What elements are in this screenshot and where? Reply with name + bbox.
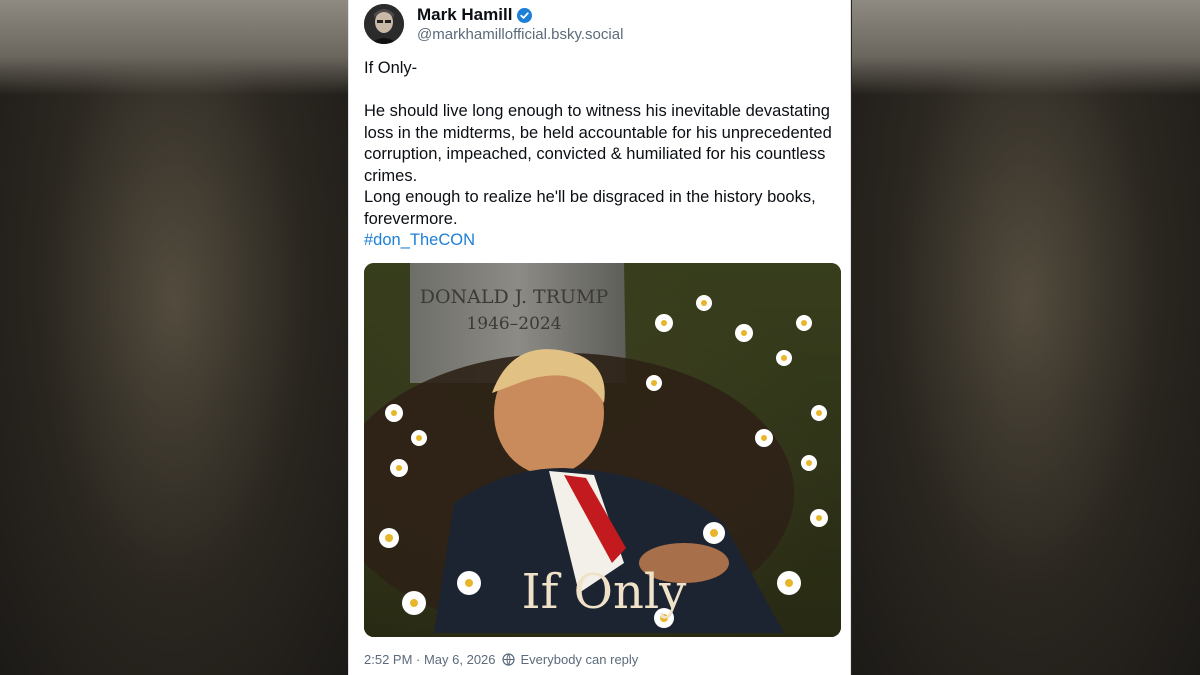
background-blur-right: [852, 0, 1200, 675]
author-name[interactable]: Mark Hamill: [417, 5, 512, 25]
background-blur-left: [0, 0, 348, 675]
post-footer: 2:52 PM · May 6, 2026 Everybody can repl…: [364, 652, 638, 667]
headstone-name: DONALD J. TRUMP: [420, 286, 609, 308]
hashtag-link[interactable]: #don_TheCON: [364, 230, 842, 252]
image-caption: If Only: [522, 564, 687, 620]
verified-badge-icon: [517, 7, 533, 23]
globe-icon: [501, 653, 515, 667]
background-blur-top-left: [0, 0, 348, 95]
post-timestamp[interactable]: 2:52 PM · May 6, 2026: [364, 652, 496, 667]
headstone-years: 1946–2024: [466, 314, 561, 334]
author-row: Mark Hamill: [417, 5, 533, 25]
post-card: Mark Hamill @markhamillofficial.bsky.soc…: [348, 0, 851, 675]
post-text-line1: If Only-: [364, 59, 418, 77]
post-body: If Only- He should live long enough to w…: [364, 58, 842, 252]
avatar[interactable]: [364, 4, 404, 44]
post-image[interactable]: DONALD J. TRUMP 1946–2024 If Only: [364, 263, 841, 637]
background-blur-top-right: [852, 0, 1200, 95]
post-text-paragraph: He should live long enough to witness hi…: [364, 102, 832, 185]
reply-setting[interactable]: Everybody can reply: [521, 652, 639, 667]
author-handle[interactable]: @markhamillofficial.bsky.social: [417, 26, 623, 43]
post-text-paragraph: Long enough to realize he'll be disgrace…: [364, 188, 816, 228]
